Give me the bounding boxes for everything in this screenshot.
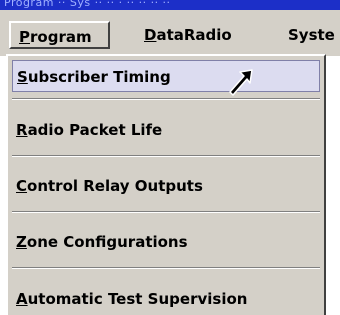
window-title-bar: Program ·· Sys ·· ·· · ·· ·· ·· ·· xyxy=(0,0,340,10)
menu-system-label: Syste xyxy=(288,26,335,44)
zone-configurations-mnemonic: Z xyxy=(16,233,27,251)
menu-separator xyxy=(12,98,320,100)
menu-item-subscriber-timing[interactable]: Subscriber Timing xyxy=(12,60,320,92)
arrow-pointer-icon xyxy=(229,69,253,96)
menu-item-control-relay-outputs[interactable]: Control Relay Outputs xyxy=(12,170,320,202)
menu-system[interactable]: Syste xyxy=(288,21,335,49)
program-dropdown-menu: Subscriber Timing Radio Packet Life Cont… xyxy=(6,54,326,315)
menu-separator xyxy=(12,155,320,157)
automatic-test-supervision-label: utomatic Test Supervision xyxy=(27,290,248,308)
subscriber-timing-mnemonic: S xyxy=(17,68,28,86)
menu-separator xyxy=(12,211,320,213)
menu-dataradio[interactable]: DataRadio xyxy=(144,21,232,49)
zone-configurations-label: one Configurations xyxy=(26,233,188,251)
menu-program-mnemonic: P xyxy=(19,28,30,46)
menu-bar: Program DataRadio Syste xyxy=(0,10,340,56)
menu-program[interactable]: Program xyxy=(9,21,110,49)
menu-item-automatic-test-supervision[interactable]: Automatic Test Supervision xyxy=(12,283,320,315)
menu-separator xyxy=(12,267,320,269)
menu-item-radio-packet-life[interactable]: Radio Packet Life xyxy=(12,114,320,146)
radio-packet-life-label: adio Packet Life xyxy=(27,121,163,139)
menu-program-label: rogram xyxy=(30,28,92,46)
menu-item-zone-configurations[interactable]: Zone Configurations xyxy=(12,226,320,258)
subscriber-timing-label: ubscriber Timing xyxy=(27,68,171,86)
control-relay-outputs-label: ontrol Relay Outputs xyxy=(27,177,203,195)
automatic-test-supervision-mnemonic: A xyxy=(16,290,28,308)
menu-dataradio-label: ataRadio xyxy=(156,26,232,44)
control-relay-outputs-mnemonic: C xyxy=(16,177,28,195)
window-title: Program ·· Sys ·· ·· · ·· ·· ·· ·· xyxy=(4,0,171,9)
radio-packet-life-mnemonic: R xyxy=(16,121,28,139)
menu-dataradio-mnemonic: D xyxy=(144,26,157,44)
